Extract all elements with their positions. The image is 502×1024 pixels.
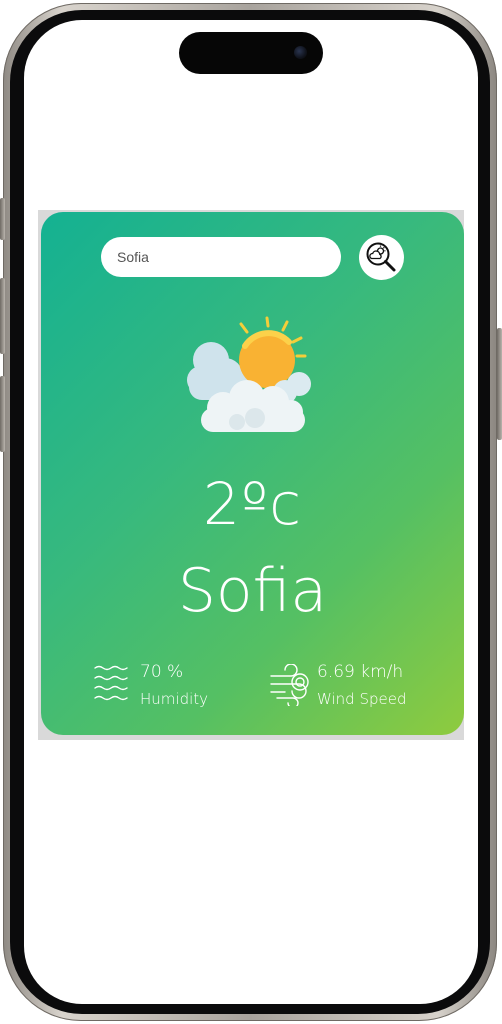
weather-details: 70 % Humidity 6.69 km/h Wind Speed	[41, 660, 464, 720]
humidity-value: 70 %	[140, 662, 184, 682]
side-button-power	[497, 328, 502, 440]
dynamic-island	[179, 32, 323, 74]
weather-card: 2ºc Sofia 70 % Humidity	[41, 212, 464, 735]
side-button-volume-up	[0, 278, 5, 354]
temperature-value: 2ºc	[202, 470, 303, 538]
wind-speed-label: Wind Speed	[317, 690, 407, 708]
weather-search-icon	[366, 242, 396, 272]
humidity-waves-icon	[94, 665, 128, 701]
wind-icon	[270, 664, 309, 706]
front-camera	[294, 46, 307, 59]
side-button-volume-down	[0, 376, 5, 452]
side-button-action	[0, 198, 5, 240]
city-search-input[interactable]	[101, 237, 341, 277]
partly-cloudy-icon	[187, 316, 311, 432]
humidity-label: Humidity	[140, 690, 209, 708]
search-button[interactable]	[359, 235, 404, 280]
city-name: Sofia	[177, 556, 328, 626]
wind-speed-value: 6.69 km/h	[317, 662, 404, 682]
